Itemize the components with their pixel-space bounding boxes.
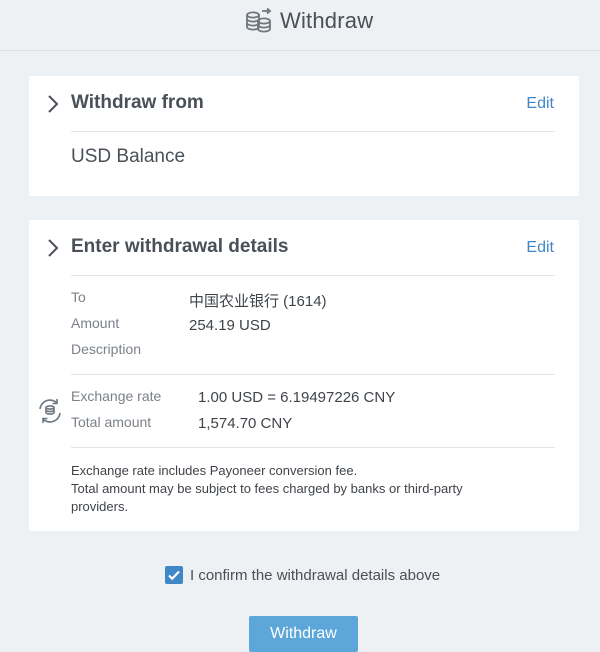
amount-value: 254.19 USD <box>189 317 271 334</box>
withdraw-from-title: Withdraw from <box>71 92 204 113</box>
withdrawal-details-edit-link[interactable]: Edit <box>526 239 554 257</box>
amount-label: Amount <box>71 315 120 331</box>
coins-transfer-icon <box>245 7 273 35</box>
description-label: Description <box>71 341 142 357</box>
fee-disclaimer: Exchange rate includes Payoneer conversi… <box>71 462 491 516</box>
header-title-group: Withdraw <box>245 6 373 36</box>
balance-name: USD Balance <box>71 146 186 167</box>
currency-exchange-icon <box>35 396 65 431</box>
fee-disclaimer-line: Exchange rate includes Payoneer conversi… <box>71 463 358 478</box>
confirm-checkbox[interactable] <box>165 566 183 584</box>
withdraw-button[interactable]: Withdraw <box>249 616 358 652</box>
page-title: Withdraw <box>280 8 374 33</box>
withdraw-from-card: Withdraw from Edit USD Balance <box>29 76 579 196</box>
confirm-row[interactable]: I confirm the withdrawal details above <box>165 565 440 585</box>
exchange-rate-value: 1.00 USD = 6.19497226 CNY <box>198 389 396 406</box>
fee-disclaimer-line: Total amount may be subject to fees char… <box>71 481 463 496</box>
withdrawal-details-card: Enter withdrawal details Edit To 中国农业银行 … <box>29 220 579 531</box>
divider <box>71 374 555 375</box>
page-header: Withdraw <box>0 0 600 51</box>
withdrawal-details-title: Enter withdrawal details <box>71 236 289 257</box>
withdrawal-details-header[interactable]: Enter withdrawal details Edit <box>29 220 579 275</box>
total-amount-value: 1,574.70 CNY <box>198 415 293 432</box>
withdraw-from-header[interactable]: Withdraw from Edit <box>29 76 579 131</box>
divider <box>71 131 555 132</box>
fee-disclaimer-line: providers. <box>71 499 129 514</box>
chevron-right-icon[interactable] <box>47 238 59 263</box>
withdraw-from-edit-link[interactable]: Edit <box>526 95 554 113</box>
to-label: To <box>71 289 86 305</box>
chevron-right-icon[interactable] <box>47 94 59 119</box>
exchange-rate-label: Exchange rate <box>71 388 162 404</box>
divider <box>71 275 555 276</box>
divider <box>71 447 555 448</box>
confirm-label[interactable]: I confirm the withdrawal details above <box>190 567 440 584</box>
check-icon <box>168 570 180 581</box>
total-amount-label: Total amount <box>71 414 152 430</box>
to-value: 中国农业银行 (1614) <box>189 293 327 310</box>
